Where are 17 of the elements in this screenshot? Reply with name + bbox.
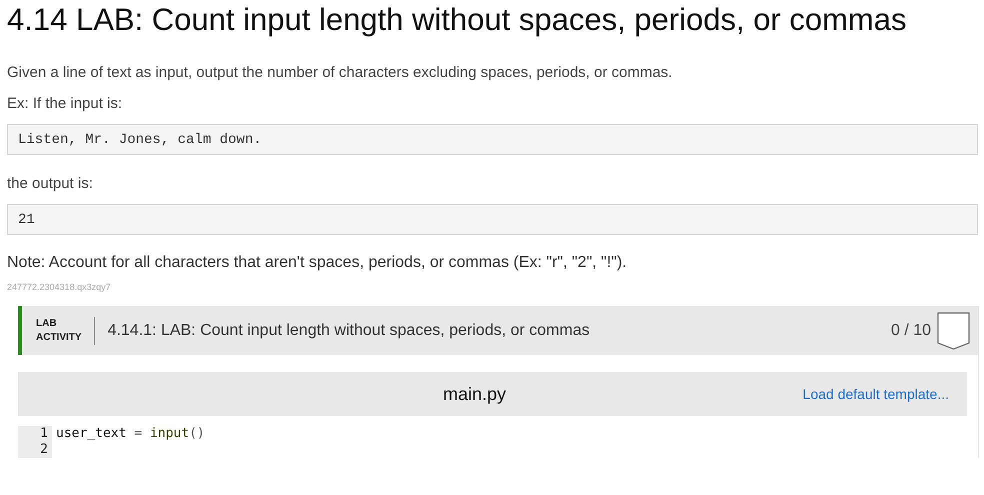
score-text: 0 / 10 — [890, 322, 931, 340]
example-intro-text: Ex: If the input is: — [7, 95, 124, 113]
code-line[interactable]: user_text = input() — [52, 426, 967, 442]
lab-title: 4.14.1: LAB: Count input length without spaces, periods, or commas — [108, 322, 591, 340]
example-input-block: Listen, Mr. Jones, calm down. — [7, 124, 978, 155]
line-number: 2 — [18, 442, 52, 458]
load-template-link[interactable]: Load default template... — [802, 386, 949, 402]
lab-activity-tag: LAB ACTIVITY — [36, 316, 95, 344]
page-title: 4.14 LAB: Count input length without spaces, periods, or commas — [7, 1, 908, 39]
output-intro-text: the output is: — [7, 175, 94, 193]
score-badge-icon — [937, 312, 970, 350]
line-number: 1 — [18, 426, 52, 442]
note-text: Note: Account for all characters that aren't spaces, periods, or commas (Ex: "r", "2", "!"). — [7, 254, 628, 272]
file-name: main.py — [443, 384, 508, 404]
content-id-text: 247772.2304318.qx3zqy7 — [7, 282, 112, 292]
example-output-block: 21 — [7, 204, 978, 235]
description-text: Given a line of text as input, output the number of characters excluding spaces, periods, or commas. — [7, 64, 674, 82]
